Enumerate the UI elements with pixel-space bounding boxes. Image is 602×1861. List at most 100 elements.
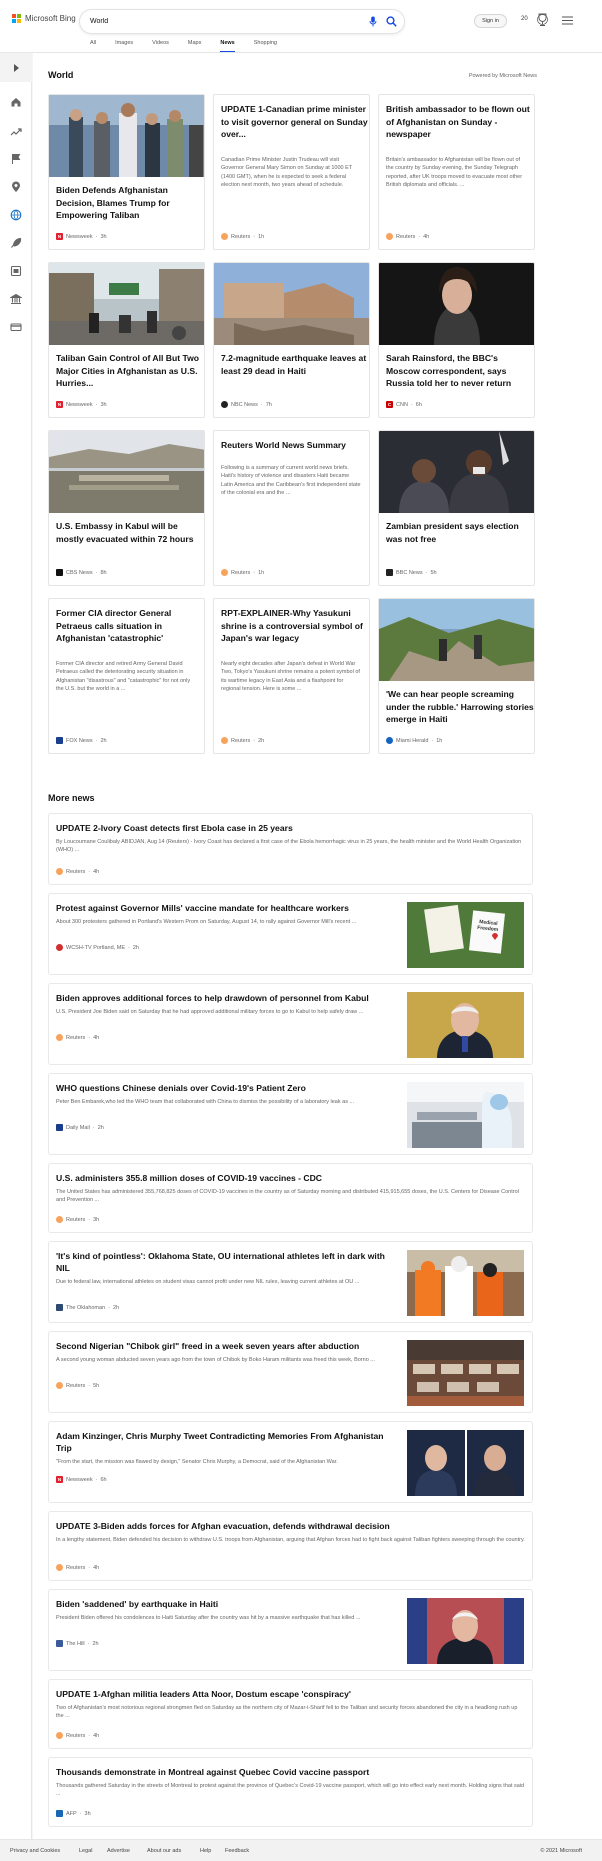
news-card-title[interactable]: 7.2-magnitude earthquake leaves at least…	[221, 352, 369, 377]
hamburger-menu-icon[interactable]	[562, 16, 573, 25]
flag-icon[interactable]	[10, 153, 22, 165]
more-news-title-link[interactable]: Second Nigerian "Chibok girl" freed in a…	[56, 1340, 397, 1352]
more-news-title-link[interactable]: WHO questions Chinese denials over Covid…	[56, 1082, 397, 1094]
more-news-title-link[interactable]: Adam Kinzinger, Chris Murphy Tweet Contr…	[56, 1430, 397, 1454]
news-card-title[interactable]: U.S. Embassy in Kabul will be mostly eva…	[56, 520, 204, 545]
news-card[interactable]: Reuters World News Summary Following is …	[213, 430, 370, 586]
news-card[interactable]: RPT-EXPLAINER-Why Yasukuni shrine is a c…	[213, 598, 370, 754]
news-card[interactable]: UPDATE 1-Canadian prime minister to visi…	[213, 94, 370, 250]
search-icon[interactable]	[386, 16, 397, 27]
more-news-item[interactable]: UPDATE 2-Ivory Coast detects first Ebola…	[48, 813, 533, 885]
news-card-meta: Reuters · 4h	[386, 233, 429, 240]
news-image	[49, 95, 204, 177]
news-card-title[interactable]: Former CIA director General Petraeus cal…	[56, 607, 204, 645]
reuters-logo-icon	[56, 1216, 63, 1223]
location-pin-icon[interactable]	[10, 181, 22, 193]
footer-link-about-ads[interactable]: About our ads	[147, 1848, 181, 1854]
news-time: 4h	[93, 1564, 100, 1571]
footer-link-privacy[interactable]: Privacy and Cookies	[10, 1848, 60, 1854]
news-card[interactable]: 7.2-magnitude earthquake leaves at least…	[213, 262, 370, 418]
more-news-title-link[interactable]: UPDATE 3-Biden adds forces for Afghan ev…	[56, 1520, 390, 1532]
news-card[interactable]: Former CIA director General Petraeus cal…	[48, 598, 205, 754]
more-news-title-link[interactable]: UPDATE 1-Afghan militia leaders Atta Noo…	[56, 1688, 351, 1700]
more-news-title-link[interactable]: Thousands demonstrate in Montreal agains…	[56, 1766, 369, 1778]
more-news-item[interactable]: Adam Kinzinger, Chris Murphy Tweet Contr…	[48, 1421, 533, 1503]
more-news-item[interactable]: Biden 'saddened' by earthquake in Haiti …	[48, 1589, 533, 1671]
more-news-item[interactable]: Second Nigerian "Chibok girl" freed in a…	[48, 1331, 533, 1413]
science-rocket-icon[interactable]	[10, 237, 22, 249]
more-news-snippet: Peter Ben Embarek,who led the WHO team t…	[56, 1099, 355, 1105]
bing-logo[interactable]: Microsoft Bing	[12, 14, 76, 23]
more-news-item[interactable]: UPDATE 3-Biden adds forces for Afghan ev…	[48, 1511, 533, 1581]
news-card[interactable]: Sarah Rainsford, the BBC's Moscow corres…	[378, 262, 535, 418]
news-card-title[interactable]: RPT-EXPLAINER-Why Yasukuni shrine is a c…	[221, 607, 369, 645]
more-news-item[interactable]: Thousands demonstrate in Montreal agains…	[48, 1757, 533, 1827]
footer-link-help[interactable]: Help	[200, 1848, 211, 1854]
miami-herald-logo-icon	[386, 737, 393, 744]
footer-link-feedback[interactable]: Feedback	[225, 1848, 249, 1854]
rewards-trophy-icon[interactable]	[537, 13, 548, 27]
news-card-title[interactable]: Sarah Rainsford, the BBC's Moscow corres…	[386, 352, 534, 390]
news-card-meta: C CNN · 6h	[386, 401, 422, 408]
tab-all[interactable]: All	[90, 40, 96, 52]
rewards-points[interactable]: 20	[521, 16, 528, 22]
news-card[interactable]: Taliban Gain Control of All But Two Majo…	[48, 262, 205, 418]
news-source: Miami Herald	[396, 737, 429, 744]
trending-icon[interactable]	[10, 125, 22, 137]
news-card[interactable]: Zambian president says election was not …	[378, 430, 535, 586]
more-news-item[interactable]: UPDATE 1-Afghan militia leaders Atta Noo…	[48, 1679, 533, 1749]
news-card-title[interactable]: Biden Defends Afghanistan Decision, Blam…	[56, 184, 204, 222]
section-title: World	[48, 70, 74, 80]
more-news-item[interactable]: Biden approves additional forces to help…	[48, 983, 533, 1065]
tab-images[interactable]: Images	[115, 40, 133, 52]
more-news-title-link[interactable]: Biden approves additional forces to help…	[56, 992, 397, 1004]
more-news-meta: The Hill · 2h	[56, 1640, 99, 1647]
entertainment-icon[interactable]	[10, 265, 22, 277]
news-time: 2h	[97, 1124, 104, 1131]
more-news-title-link[interactable]: 'It's kind of pointless': Oklahoma State…	[56, 1250, 397, 1274]
more-news-item[interactable]: WHO questions Chinese denials over Covid…	[48, 1073, 533, 1155]
globe-icon[interactable]	[10, 209, 22, 221]
news-thumbnail	[407, 1082, 524, 1148]
more-news-title-link[interactable]: UPDATE 2-Ivory Coast detects first Ebola…	[56, 822, 293, 834]
search-input[interactable]	[90, 15, 340, 28]
microphone-icon[interactable]	[369, 16, 377, 27]
home-icon[interactable]	[10, 96, 22, 108]
news-card-title[interactable]: Zambian president says election was not …	[386, 520, 534, 545]
expand-arrow-icon[interactable]	[10, 62, 22, 74]
more-news-snippet: In a lengthy statement, Biden defended h…	[56, 1537, 525, 1543]
more-news-title-link[interactable]: Biden 'saddened' by earthquake in Haiti	[56, 1598, 397, 1610]
news-card-title[interactable]: Taliban Gain Control of All But Two Majo…	[56, 352, 204, 390]
footer-link-legal[interactable]: Legal	[79, 1848, 92, 1854]
news-card-title[interactable]: British ambassador to be flown out of Af…	[386, 103, 534, 141]
more-news-meta: N Newsweek · 6h	[56, 1476, 107, 1483]
tab-videos[interactable]: Videos	[152, 40, 169, 52]
money-card-icon[interactable]	[10, 321, 22, 333]
politics-building-icon[interactable]	[10, 293, 22, 305]
more-news-item[interactable]: Protest against Governor Mills' vaccine …	[48, 893, 533, 975]
news-card[interactable]: 'We can hear people screaming under the …	[378, 598, 535, 754]
more-news-title-link[interactable]: Protest against Governor Mills' vaccine …	[56, 902, 397, 914]
news-card-title[interactable]: UPDATE 1-Canadian prime minister to visi…	[221, 103, 369, 141]
news-time: 4h	[93, 868, 100, 875]
news-card-meta: Reuters · 1h	[221, 569, 264, 576]
the-hill-logo-icon	[56, 1640, 63, 1647]
tab-shopping[interactable]: Shopping	[254, 40, 277, 52]
news-card[interactable]: British ambassador to be flown out of Af…	[378, 94, 535, 250]
news-image	[379, 599, 534, 681]
tab-news[interactable]: News	[220, 40, 236, 53]
news-card-title[interactable]: 'We can hear people screaming under the …	[386, 688, 534, 726]
reuters-logo-icon	[221, 737, 228, 744]
more-news-item[interactable]: U.S. administers 355.8 million doses of …	[48, 1163, 533, 1233]
more-news-title-link[interactable]: U.S. administers 355.8 million doses of …	[56, 1172, 322, 1184]
news-source: Reuters	[231, 569, 251, 576]
footer-link-advertise[interactable]: Advertise	[107, 1848, 130, 1854]
news-card[interactable]: Biden Defends Afghanistan Decision, Blam…	[48, 94, 205, 250]
protest-photo	[407, 902, 524, 968]
tab-maps[interactable]: Maps	[188, 40, 201, 52]
sign-in-button[interactable]: Sign in	[474, 14, 507, 28]
afp-logo-icon	[56, 1810, 63, 1817]
news-card[interactable]: U.S. Embassy in Kabul will be mostly eva…	[48, 430, 205, 586]
news-card-title[interactable]: Reuters World News Summary	[221, 439, 346, 452]
more-news-item[interactable]: 'It's kind of pointless': Oklahoma State…	[48, 1241, 533, 1323]
